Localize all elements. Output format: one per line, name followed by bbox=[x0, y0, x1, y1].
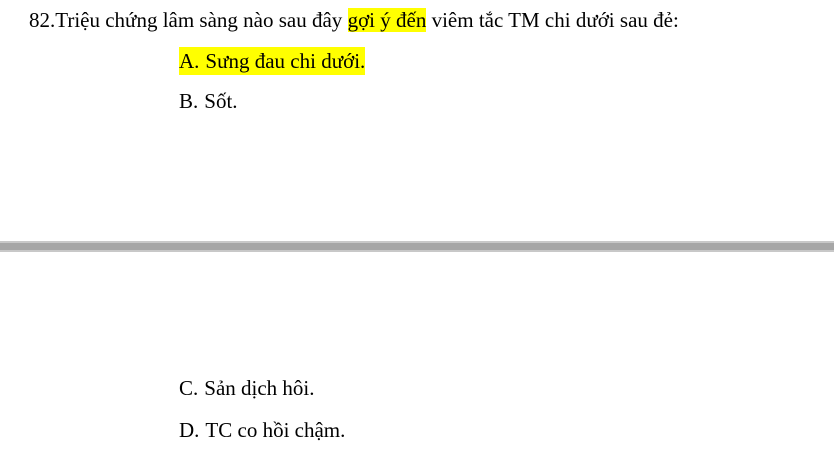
option-letter: A. bbox=[179, 49, 200, 73]
option-a: A. Sưng đau chi dưới. bbox=[179, 47, 366, 75]
option-d: D. TC co hồi chậm. bbox=[179, 416, 345, 444]
question-highlight: gợi ý đến bbox=[347, 8, 427, 32]
page-break-divider bbox=[0, 241, 834, 252]
question-text: 82.Triệu chứng lâm sàng nào sau đây gợi … bbox=[29, 6, 679, 34]
option-text: Sốt. bbox=[204, 89, 238, 113]
document-page-1: 82.Triệu chứng lâm sàng nào sau đây gợi … bbox=[0, 0, 834, 241]
option-letter: D. bbox=[179, 418, 200, 442]
option-letter: C. bbox=[179, 376, 199, 400]
option-text: TC co hồi chậm. bbox=[205, 418, 346, 442]
question-number: 82. bbox=[29, 8, 56, 32]
option-text: Sản dịch hôi. bbox=[204, 376, 315, 400]
option-text: Sưng đau chi dưới. bbox=[205, 49, 366, 73]
option-b: B. Sốt. bbox=[179, 87, 238, 115]
option-c: C. Sản dịch hôi. bbox=[179, 374, 315, 402]
option-letter: B. bbox=[179, 89, 199, 113]
document-page-2: C. Sản dịch hôi. D. TC co hồi chậm. bbox=[0, 252, 834, 455]
question-text-after: viêm tắc TM chi dưới sau đẻ: bbox=[426, 8, 679, 32]
question-text-before: Triệu chứng lâm sàng nào sau đây bbox=[55, 8, 348, 32]
